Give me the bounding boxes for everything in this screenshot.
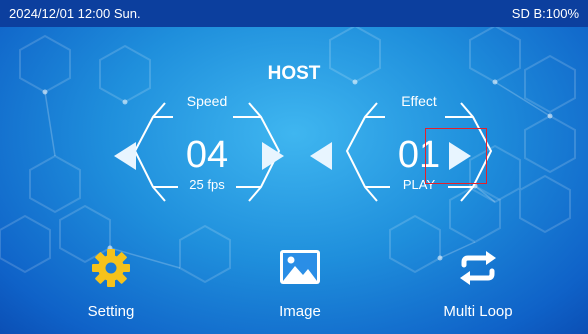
datetime-text: 2024/12/01 12:00 Sun. <box>9 6 141 21</box>
multi-loop-label: Multi Loop <box>443 303 513 320</box>
speed-label: Speed <box>186 93 228 109</box>
gear-icon <box>92 249 130 287</box>
speed-decrease-button[interactable] <box>108 136 142 176</box>
page-title: HOST <box>267 63 321 84</box>
left-arrow-icon <box>114 142 136 170</box>
image-icon <box>280 250 320 284</box>
host-screen: 2024/12/01 12:00 Sun. SD B:100% HOST Spe… <box>0 0 588 334</box>
setting-button[interactable]: Setting <box>51 248 171 328</box>
setting-label: Setting <box>87 303 135 320</box>
speed-fps: 25 fps <box>189 177 225 192</box>
storage-status: SD B:100% <box>511 6 579 21</box>
loop-icon <box>460 251 496 285</box>
image-button[interactable]: Image <box>240 248 360 328</box>
left-arrow-icon <box>310 142 332 170</box>
right-arrow-icon <box>262 142 284 170</box>
speed-increase-button[interactable] <box>256 136 290 176</box>
multi-loop-button[interactable]: Multi Loop <box>418 248 538 328</box>
effect-previous-button[interactable] <box>304 136 338 176</box>
selection-highlight <box>425 128 487 184</box>
effect-label: Effect <box>401 93 437 109</box>
status-bar: 2024/12/01 12:00 Sun. SD B:100% <box>0 0 588 27</box>
image-label: Image <box>279 303 321 320</box>
